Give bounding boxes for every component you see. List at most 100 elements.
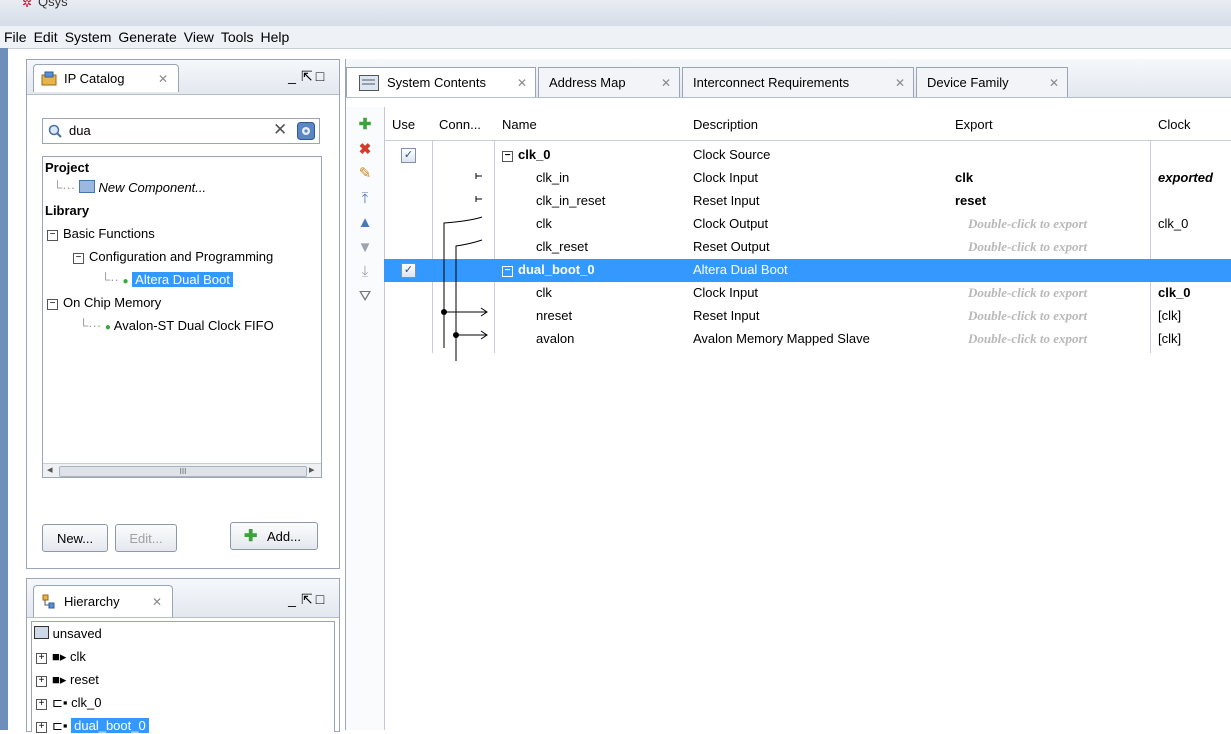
menu-help[interactable]: Help [257,26,293,45]
scroll-right-icon[interactable]: ▸ [309,463,315,476]
tab-interconnect-requirements[interactable]: Interconnect Requirements ✕ [682,67,914,97]
move-bottom-icon[interactable]: ⤓ [357,264,373,280]
column-name[interactable]: Name [502,117,537,132]
column-connections[interactable]: Conn... [439,117,481,132]
table-row[interactable]: avalon Avalon Memory Mapped Slave Double… [384,328,1231,351]
reset-connection-line [455,239,483,361]
tree-altera-dual-boot-row[interactable]: └·· ● Altera Dual Boot [101,272,233,287]
row-clock[interactable]: [clk] [1158,331,1181,346]
tree-library[interactable]: Library [45,203,89,218]
minimize-icon[interactable]: _ [287,591,301,607]
tree-connector: └··· [53,180,76,195]
close-icon[interactable]: ✕ [1049,68,1059,98]
edit-button[interactable]: Edit... [115,524,177,552]
add-button[interactable]: ✚ Add... [230,522,318,550]
row-export[interactable]: Double-click to export [968,331,1087,347]
maximize-icon[interactable]: □ [315,591,329,607]
expand-icon[interactable]: + [36,699,47,710]
detach-icon[interactable]: ⇱ [301,68,315,85]
row-export[interactable]: reset [955,193,986,208]
tab-ip-catalog[interactable]: IP Catalog ✕ [33,64,179,92]
close-icon[interactable]: ✕ [517,68,527,98]
tab-system-contents[interactable]: System Contents ✕ [346,67,536,97]
move-down-icon[interactable]: ▼ [357,240,373,256]
connection-graph[interactable] [432,141,494,361]
expand-icon[interactable]: + [36,722,47,733]
menu-system[interactable]: System [61,26,115,45]
tree-h-scrollbar[interactable]: ◂ III ▸ [43,463,321,477]
add-component-icon[interactable]: ✚ [357,117,373,133]
column-clock[interactable]: Clock [1158,117,1191,132]
expand-icon[interactable]: + [36,676,47,687]
scroll-left-icon[interactable]: ◂ [47,463,53,476]
hier-unsaved-row[interactable]: unsaved [34,626,102,641]
move-top-icon[interactable]: ⤒ [357,191,373,207]
row-export[interactable]: clk [955,170,973,185]
close-icon[interactable]: ✕ [152,586,162,618]
new-button[interactable]: New... [42,524,108,552]
hier-reset-row[interactable]: + ■▸ reset [36,672,99,688]
collapse-icon[interactable]: − [47,230,58,241]
move-up-icon[interactable]: ▲ [357,215,373,231]
menu-file[interactable]: File [0,26,30,45]
table-row[interactable]: clk_in_reset Reset Input reset [384,190,1231,213]
row-clock[interactable]: clk_0 [1158,285,1191,300]
row-export[interactable]: Double-click to export [968,239,1087,255]
table-row[interactable]: clk Clock Output Double-click to export … [384,213,1231,236]
row-export[interactable]: Double-click to export [968,285,1087,301]
tree-on-chip-memory-row[interactable]: − On Chip Memory [47,295,161,310]
row-clock[interactable]: exported [1158,170,1213,185]
clear-search-icon[interactable]: ✕ [273,120,287,140]
table-row[interactable]: clk Clock Input Double-click to export c… [384,282,1231,305]
table-row[interactable]: nreset Reset Input Double-click to expor… [384,305,1231,328]
close-icon[interactable]: ✕ [158,65,168,93]
row-export[interactable]: Double-click to export [968,308,1087,324]
column-export[interactable]: Export [955,117,993,132]
scrollbar-thumb[interactable]: III [59,466,307,477]
close-icon[interactable]: ✕ [661,68,671,98]
hier-clk-row[interactable]: + ■▸ clk [36,649,86,665]
edit-icon[interactable]: ✎ [357,166,373,182]
tree-avalon-fifo-row[interactable]: └··· ● Avalon-ST Dual Clock FIFO [79,318,274,333]
close-icon[interactable]: ✕ [895,68,905,98]
use-checkbox[interactable]: ✓ [401,263,416,278]
detach-icon[interactable]: ⇱ [301,591,315,608]
column-description[interactable]: Description [693,117,758,132]
ip-search-input[interactable] [67,122,271,139]
maximize-icon[interactable]: □ [315,68,329,84]
table-row[interactable]: ✓ − clk_0 Clock Source [384,144,1231,167]
column-use[interactable]: Use [392,117,415,132]
hier-dual-boot-row[interactable]: + ⊏▪ dual_boot_0 [36,718,149,734]
tree-new-component-row[interactable]: └··· New Component... [53,180,206,195]
tree-config-programming-row[interactable]: − Configuration and Programming [73,249,273,264]
component-icon [78,180,95,193]
table-row[interactable]: clk_in Clock Input clk exported [384,167,1231,190]
collapse-icon[interactable]: − [502,266,513,277]
search-options-icon[interactable] [297,122,315,140]
table-row[interactable]: clk_reset Reset Output Double-click to e… [384,236,1231,259]
remove-icon[interactable]: ✖ [357,142,373,158]
row-export[interactable]: Double-click to export [968,216,1087,232]
tab-hierarchy[interactable]: Hierarchy ✕ [33,585,173,617]
expand-icon[interactable]: + [36,653,47,664]
table-row-selected[interactable]: ✓ − dual_boot_0 Altera Dual Boot [384,259,1231,282]
row-name: clk [536,216,552,231]
collapse-icon[interactable]: − [502,151,513,162]
tree-project[interactable]: Project [45,160,89,175]
filter-icon[interactable]: ⛛ [357,289,373,305]
menu-generate[interactable]: Generate [114,26,179,45]
collapse-icon[interactable]: − [73,253,84,264]
tab-address-map[interactable]: Address Map ✕ [538,67,680,97]
minimize-icon[interactable]: _ [287,68,301,84]
hier-clk-0-row[interactable]: + ⊏▪ clk_0 [36,695,102,711]
row-clock[interactable]: clk_0 [1158,216,1188,231]
menu-edit[interactable]: Edit [30,26,61,45]
clk-input-arrow [444,307,488,317]
use-checkbox[interactable]: ✓ [401,148,416,163]
collapse-icon[interactable]: − [47,299,58,310]
menu-view[interactable]: View [180,26,217,45]
tree-basic-functions-row[interactable]: − Basic Functions [47,226,155,241]
row-clock[interactable]: [clk] [1158,308,1181,323]
menu-tools[interactable]: Tools [217,26,257,45]
tab-device-family[interactable]: Device Family ✕ [916,67,1068,97]
